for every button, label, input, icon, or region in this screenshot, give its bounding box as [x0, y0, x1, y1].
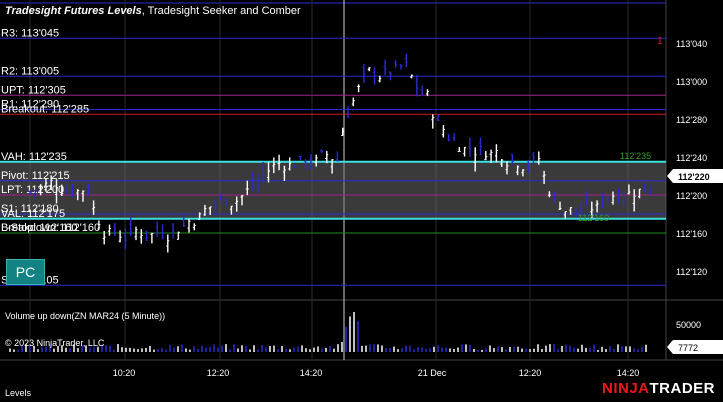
- vah-right-label: 112'235: [620, 151, 651, 161]
- price-chart[interactable]: R3: 113'045R2: 113'005UPT: 112'305R1: 11…: [0, 0, 723, 402]
- indicator-marker: 1: [657, 36, 663, 47]
- pc-badge[interactable]: PC: [6, 259, 45, 285]
- price-axis-tick: 112'120: [676, 267, 707, 277]
- last-price-label: 112'220: [678, 172, 710, 182]
- time-axis-tick: 14:20: [300, 368, 323, 378]
- breakdown-right-label: 112'160: [578, 213, 609, 223]
- level-label: R3: 113'045: [1, 27, 59, 39]
- volume-title: Volume up down(ZN MAR24 (5 Minute)): [5, 311, 166, 321]
- price-axis-tick: 112'240: [676, 153, 707, 163]
- lower-pane-label: Levels: [5, 388, 32, 398]
- level-label: Breakdown: 112'160: [1, 222, 100, 234]
- chart-title: Tradesight Futures Levels, Tradesight Se…: [5, 5, 301, 17]
- value-area-band: [0, 161, 666, 219]
- level-label: Breakout: 112'285: [1, 103, 89, 115]
- price-axis-tick: 113'040: [676, 39, 707, 49]
- level-label: R2: 113'005: [1, 65, 59, 77]
- price-axis-tick: 112'280: [676, 115, 707, 125]
- price-axis-tick: 113'000: [676, 77, 707, 87]
- ninjatrader-logo: NINJATRADER: [601, 380, 715, 397]
- level-label: VAH: 112'235: [1, 151, 67, 163]
- time-axis-tick: 10:20: [113, 368, 136, 378]
- level-label: VAL: 112'175: [1, 208, 65, 220]
- time-axis-tick: 12:20: [519, 368, 542, 378]
- level-label: Pivot: 112'215: [1, 170, 70, 182]
- time-axis-tick: 14:20: [617, 368, 640, 378]
- last-volume-label: 7772: [678, 343, 698, 353]
- copyright-text: © 2023 NinjaTrader, LLC: [5, 338, 105, 348]
- level-label: UPT: 112'305: [1, 84, 66, 96]
- volume-axis-tick: 50000: [676, 320, 701, 330]
- price-axis-tick: 112'160: [676, 229, 707, 239]
- price-axis-tick: 112'200: [676, 191, 707, 201]
- time-axis-tick: 21 Dec: [418, 368, 447, 378]
- time-axis-tick: 12:20: [207, 368, 230, 378]
- level-label: LPT: 112'200: [1, 184, 64, 196]
